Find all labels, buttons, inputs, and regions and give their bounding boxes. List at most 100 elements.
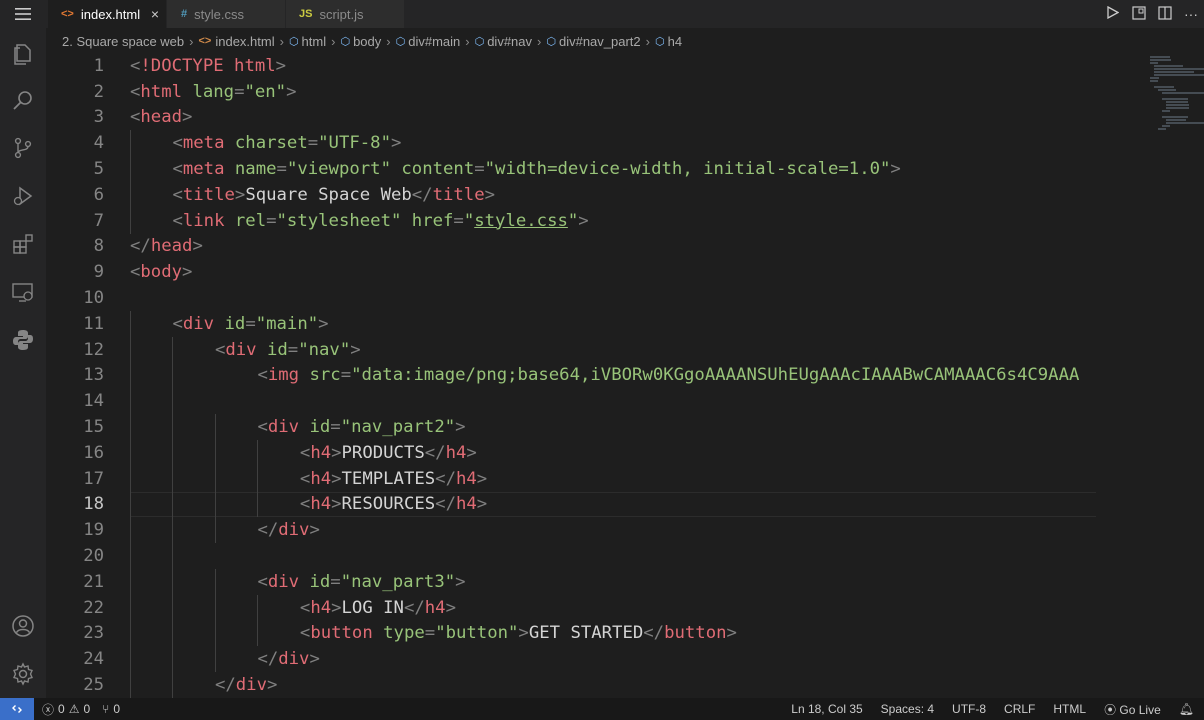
source-control-icon[interactable] — [0, 126, 46, 170]
tab-script-js[interactable]: JS script.js — [286, 0, 404, 28]
code-text: <div id="nav"> — [215, 340, 361, 360]
code-line[interactable]: 14 — [46, 388, 1096, 414]
account-icon[interactable] — [0, 604, 46, 648]
code-line[interactable]: 11 <div id="main"> — [46, 311, 1096, 337]
code-line[interactable]: 10 — [46, 285, 1096, 311]
css-file-icon: # — [181, 8, 188, 20]
code-line[interactable]: 9 <body> — [46, 259, 1096, 285]
code-line[interactable]: 2 <html lang="en"> — [46, 79, 1096, 105]
code-token: < — [299, 494, 311, 515]
breadcrumb-div-main[interactable]: div#main — [408, 34, 460, 49]
code-token: > — [466, 442, 477, 463]
code-token: !DOCTYPE — [140, 55, 224, 76]
code-token: < — [257, 571, 268, 592]
line-number: 18 — [83, 494, 104, 515]
code-line[interactable]: 4 <meta charset="UTF-8"> — [46, 130, 1096, 156]
code-line[interactable]: 6 <title>Square Space Web</title> — [46, 182, 1096, 208]
code-token: < — [172, 159, 183, 180]
element-icon: ⬡ — [395, 35, 406, 48]
code-line[interactable]: 12 <div id="nav"> — [46, 337, 1096, 363]
code-text: <button type="button">GET STARTED</butto… — [300, 623, 737, 643]
notifications-bell-icon[interactable]: 🔔︎ — [1179, 702, 1194, 716]
code-token: html — [234, 55, 276, 76]
split-editor-icon[interactable] — [1152, 5, 1178, 23]
encoding[interactable]: UTF-8 — [952, 702, 986, 716]
code-token: = — [424, 623, 436, 644]
minimap[interactable] — [1144, 54, 1204, 698]
code-token: h4 — [455, 468, 477, 489]
breadcrumb-body[interactable]: body — [353, 34, 381, 49]
language-mode[interactable]: HTML — [1053, 702, 1086, 716]
breadcrumb: 2. Square space web › <> index.html › ⬡ … — [46, 28, 1204, 54]
code-token: div — [267, 417, 300, 438]
line-number: 23 — [83, 623, 104, 644]
code-line[interactable]: 5 <meta name="viewport" content="width=de… — [46, 156, 1096, 182]
code-line[interactable]: 7 <link rel="stylesheet" href="style.css"… — [46, 208, 1096, 234]
code-token: TEMPLATES — [341, 468, 436, 489]
code-line[interactable]: 8 </head> — [46, 234, 1096, 260]
code-line[interactable]: 20 — [46, 543, 1096, 569]
indent-guide — [214, 414, 216, 544]
close-icon[interactable]: × — [151, 6, 159, 22]
code-token: = — [474, 159, 485, 180]
code-token: > — [266, 675, 278, 696]
code-line[interactable]: 1 <!DOCTYPE html> — [46, 54, 1096, 79]
code-token: < — [299, 442, 311, 463]
minimap-line — [1166, 101, 1189, 103]
breadcrumb-div-nav-part2[interactable]: div#nav_part2 — [559, 34, 641, 49]
code-line[interactable]: 21 <div id="nav_part3"> — [46, 569, 1096, 595]
code-line[interactable]: 3 <head> — [46, 105, 1096, 131]
code-line[interactable]: 24 </div> — [46, 646, 1096, 672]
more-actions-icon[interactable]: ··· — [1178, 6, 1204, 22]
open-preview-icon[interactable] — [1126, 5, 1152, 23]
code-token: </ — [257, 649, 279, 670]
remote-explorer-icon[interactable] — [0, 270, 46, 314]
problems-indicator[interactable]: ⓧ 0 ⚠ 0 ⑂ 0 — [42, 701, 124, 718]
minimap-line — [1150, 77, 1160, 79]
code-line[interactable]: 15 <div id="nav_part2"> — [46, 414, 1096, 440]
search-icon[interactable] — [0, 78, 46, 122]
code-line[interactable]: 17 <h4>TEMPLATES</h4> — [46, 466, 1096, 492]
minimap-line — [1162, 110, 1170, 112]
code-line[interactable]: 19 </div> — [46, 517, 1096, 543]
run-icon[interactable] — [1100, 5, 1126, 22]
code-editor[interactable]: 1 <!DOCTYPE html> 2 <html lang="en"> 3 <head>… — [46, 54, 1204, 698]
tab-style-css[interactable]: # style.css — [167, 0, 285, 28]
line-number: 8 — [93, 236, 104, 257]
menu-icon[interactable] — [0, 0, 46, 28]
code-token: "viewport" — [286, 159, 391, 180]
files-icon[interactable] — [0, 32, 46, 76]
settings-gear-icon[interactable] — [0, 652, 46, 696]
remote-indicator-icon[interactable] — [0, 698, 34, 720]
code-token: > — [182, 107, 193, 128]
code-line[interactable]: 13 <img src="data:image/png;base64,iVBORw… — [46, 363, 1096, 389]
go-live-button[interactable]: ⦿ Go Live — [1104, 701, 1161, 718]
breadcrumb-folder[interactable]: 2. Square space web — [62, 34, 184, 49]
end-of-line[interactable]: CRLF — [1004, 702, 1035, 716]
tab-index-html[interactable]: <> index.html × — [48, 0, 166, 28]
line-number: 21 — [83, 571, 104, 592]
line-number: 11 — [83, 313, 104, 334]
code-line[interactable]: 16 <h4>PRODUCTS</h4> — [46, 440, 1096, 466]
breadcrumb-div-nav[interactable]: div#nav — [487, 34, 532, 49]
code-token: id — [309, 417, 331, 438]
breadcrumb-html[interactable]: html — [302, 34, 327, 49]
code-line[interactable]: 25 </div> — [46, 672, 1096, 698]
code-line[interactable]: 23 <button type="button">GET STARTED</but… — [46, 621, 1096, 647]
python-icon[interactable] — [0, 318, 46, 362]
extensions-icon[interactable] — [0, 222, 46, 266]
minimap-line — [1154, 68, 1204, 70]
code-line[interactable]: 22 <h4>LOG IN</h4> — [46, 595, 1096, 621]
code-token: < — [257, 365, 268, 386]
breadcrumb-file[interactable]: index.html — [215, 34, 274, 49]
indentation[interactable]: Spaces: 4 — [881, 702, 934, 716]
breadcrumb-h4[interactable]: h4 — [668, 34, 682, 49]
cursor-position[interactable]: Ln 18, Col 35 — [791, 702, 862, 716]
code-line[interactable]: 18 <h4>RESOURCES</h4> — [46, 492, 1096, 518]
code-token: > — [331, 494, 342, 515]
run-debug-icon[interactable] — [0, 174, 46, 218]
code-token: < — [299, 468, 311, 489]
